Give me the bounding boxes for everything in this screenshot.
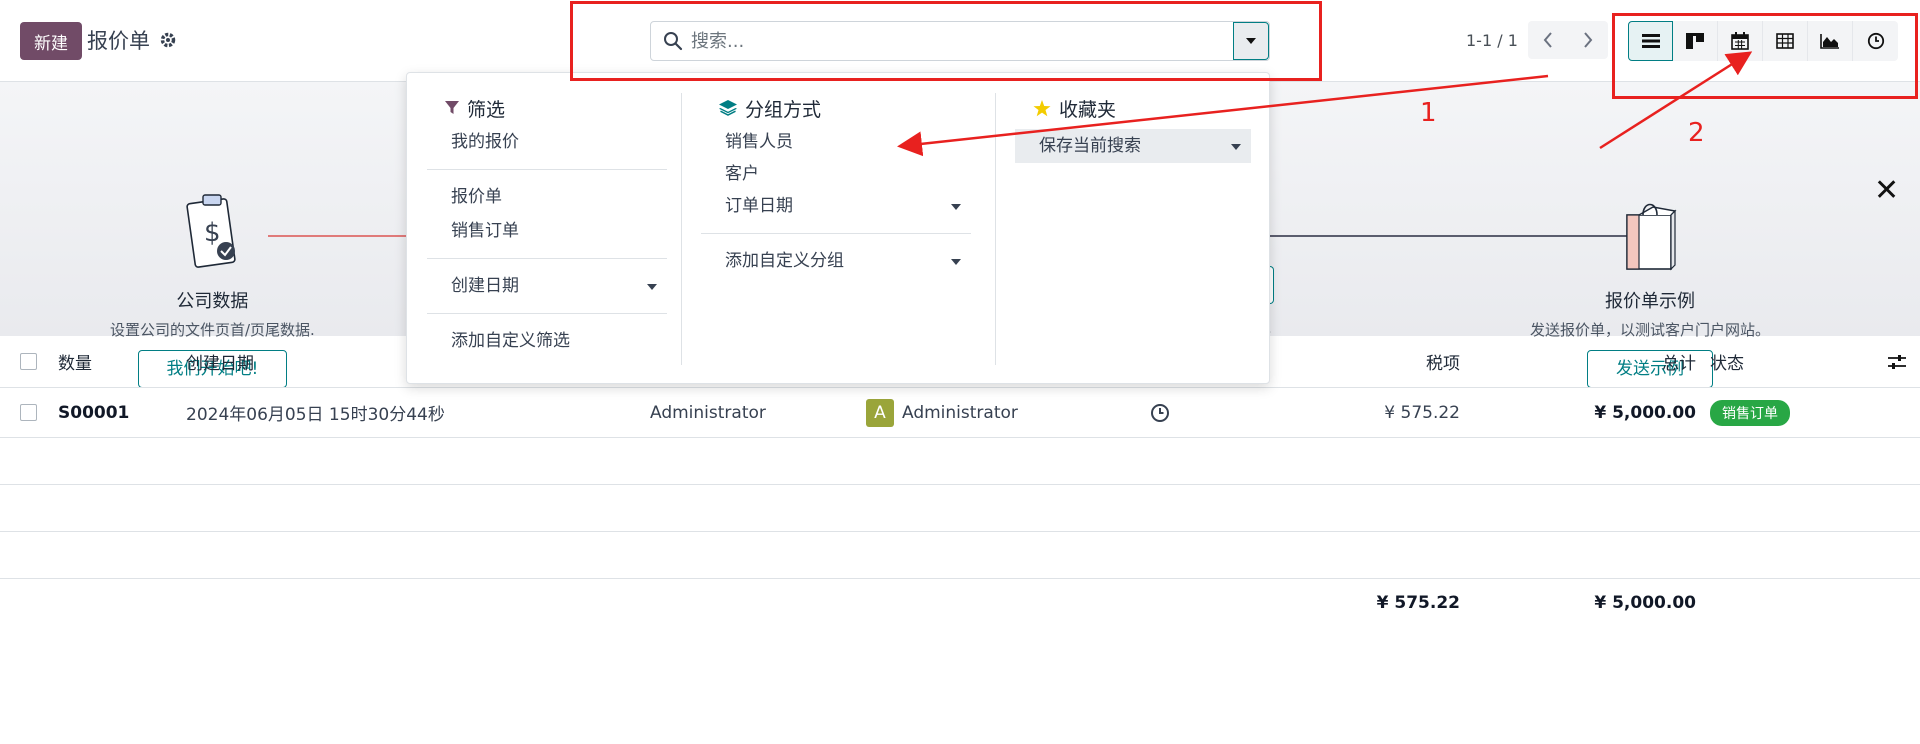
optional-columns-icon[interactable]: [1888, 336, 1906, 387]
step-title: 公司数据: [176, 291, 249, 312]
column-header-total[interactable]: 总计: [1596, 336, 1696, 387]
chevron-right-icon: [1584, 32, 1593, 48]
groupby-customer[interactable]: 客户: [701, 159, 971, 189]
svg-text:$: $: [204, 218, 221, 248]
save-current-search[interactable]: 保存当前搜索: [1015, 129, 1251, 163]
chevron-left-icon: [1543, 32, 1552, 48]
empty-row: [0, 485, 1920, 532]
filters-section: 筛选 我的报价 报价单 销售订单 创建日期 添加自定义筛选: [427, 91, 667, 358]
favorites-section: 收藏夹 保存当前搜索: [1015, 91, 1251, 163]
customer: Administrator: [650, 402, 766, 423]
sliders-icon: [1888, 354, 1906, 369]
total-amount: ¥ 5,000.00: [1594, 402, 1696, 423]
filter-my-quotations[interactable]: 我的报价: [427, 125, 667, 159]
filters-header: 筛选: [427, 91, 667, 125]
totals-row: ¥ 575.22 ¥ 5,000.00: [0, 579, 1920, 627]
groupby-order-date-label: 订单日期: [725, 196, 793, 216]
pager-previous-button[interactable]: [1528, 21, 1568, 59]
groupby-salesperson[interactable]: 销售人员: [701, 125, 971, 159]
shopping-bag-icon: [1626, 203, 1677, 271]
groupby-section: 分组方式 销售人员 客户 订单日期 添加自定义分组: [701, 91, 971, 278]
column-header-status[interactable]: 状态: [1710, 336, 1744, 387]
empty-row: [0, 532, 1920, 579]
favorites-title: 收藏夹: [1059, 98, 1117, 121]
clipboard-invoice-icon: $: [186, 194, 237, 268]
divider: [427, 313, 667, 314]
layers-icon: [719, 100, 737, 116]
annotation-highlight-views: [1612, 13, 1918, 99]
pager-value[interactable]: 1-1 / 1: [1466, 31, 1518, 50]
save-current-search-label: 保存当前搜索: [1039, 136, 1141, 156]
filter-create-date[interactable]: 创建日期: [427, 269, 667, 303]
avatar: A: [866, 398, 894, 427]
select-all-checkbox[interactable]: [20, 336, 37, 387]
row-checkbox[interactable]: [20, 388, 37, 437]
divider: [701, 233, 971, 234]
add-custom-group[interactable]: 添加自定义分组: [701, 244, 971, 278]
column-header-number[interactable]: 数量: [58, 336, 92, 387]
gear-icon[interactable]: [158, 30, 178, 50]
column-divider: [681, 93, 682, 365]
column-header-create-date[interactable]: 创建日期: [186, 336, 254, 387]
salesperson: A Administrator: [866, 388, 1018, 437]
divider: [427, 169, 667, 170]
caret-down-icon: [647, 284, 657, 290]
step-title: 报价单示例: [1605, 291, 1695, 312]
empty-row: [0, 438, 1920, 485]
filter-sales-orders[interactable]: 销售订单: [427, 214, 667, 248]
pager-next-button[interactable]: [1568, 21, 1608, 59]
column-header-tax[interactable]: 税项: [1360, 336, 1460, 387]
annotation-highlight-search: [570, 1, 1322, 81]
tax-total: ¥ 575.22: [1376, 593, 1460, 613]
salesperson-name: Administrator: [902, 402, 1018, 423]
annotation-label-2: 2: [1688, 118, 1705, 148]
activity-clock-icon[interactable]: [1150, 388, 1170, 437]
annotation-label-1: 1: [1420, 98, 1437, 128]
status-badge-label: 销售订单: [1710, 399, 1790, 426]
caret-down-icon: [951, 204, 961, 210]
groupby-title: 分组方式: [745, 98, 822, 121]
filter-quotations[interactable]: 报价单: [427, 180, 667, 214]
tax-amount: ¥ 575.22: [1384, 402, 1460, 423]
groupby-header: 分组方式: [701, 91, 971, 125]
add-custom-group-label: 添加自定义分组: [725, 251, 844, 271]
create-date: 2024年06月05日 15时30分44秒: [186, 405, 445, 425]
filter-icon: [445, 101, 459, 114]
close-banner-icon[interactable]: ✕: [1874, 176, 1899, 206]
groupby-order-date[interactable]: 订单日期: [701, 189, 971, 223]
star-icon: [1033, 99, 1051, 116]
table-row[interactable]: S00001 2024年06月05日 15时30分44秒 Administrat…: [0, 388, 1920, 438]
new-button[interactable]: 新建: [20, 22, 82, 60]
filter-create-date-label: 创建日期: [451, 276, 519, 296]
search-options-dropdown: 筛选 我的报价 报价单 销售订单 创建日期 添加自定义筛选 分组方式 销售人员 …: [406, 72, 1270, 384]
page-title: 报价单: [87, 29, 150, 53]
caret-down-icon: [951, 259, 961, 265]
grand-total: ¥ 5,000.00: [1594, 593, 1696, 613]
divider: [427, 258, 667, 259]
add-custom-filter[interactable]: 添加自定义筛选: [427, 324, 667, 358]
filters-title: 筛选: [467, 98, 506, 121]
status-badge: 销售订单: [1710, 388, 1790, 437]
caret-down-icon: [1231, 144, 1241, 150]
order-number: S00001: [58, 402, 130, 423]
favorites-header: 收藏夹: [1015, 91, 1251, 125]
column-divider: [995, 93, 996, 365]
